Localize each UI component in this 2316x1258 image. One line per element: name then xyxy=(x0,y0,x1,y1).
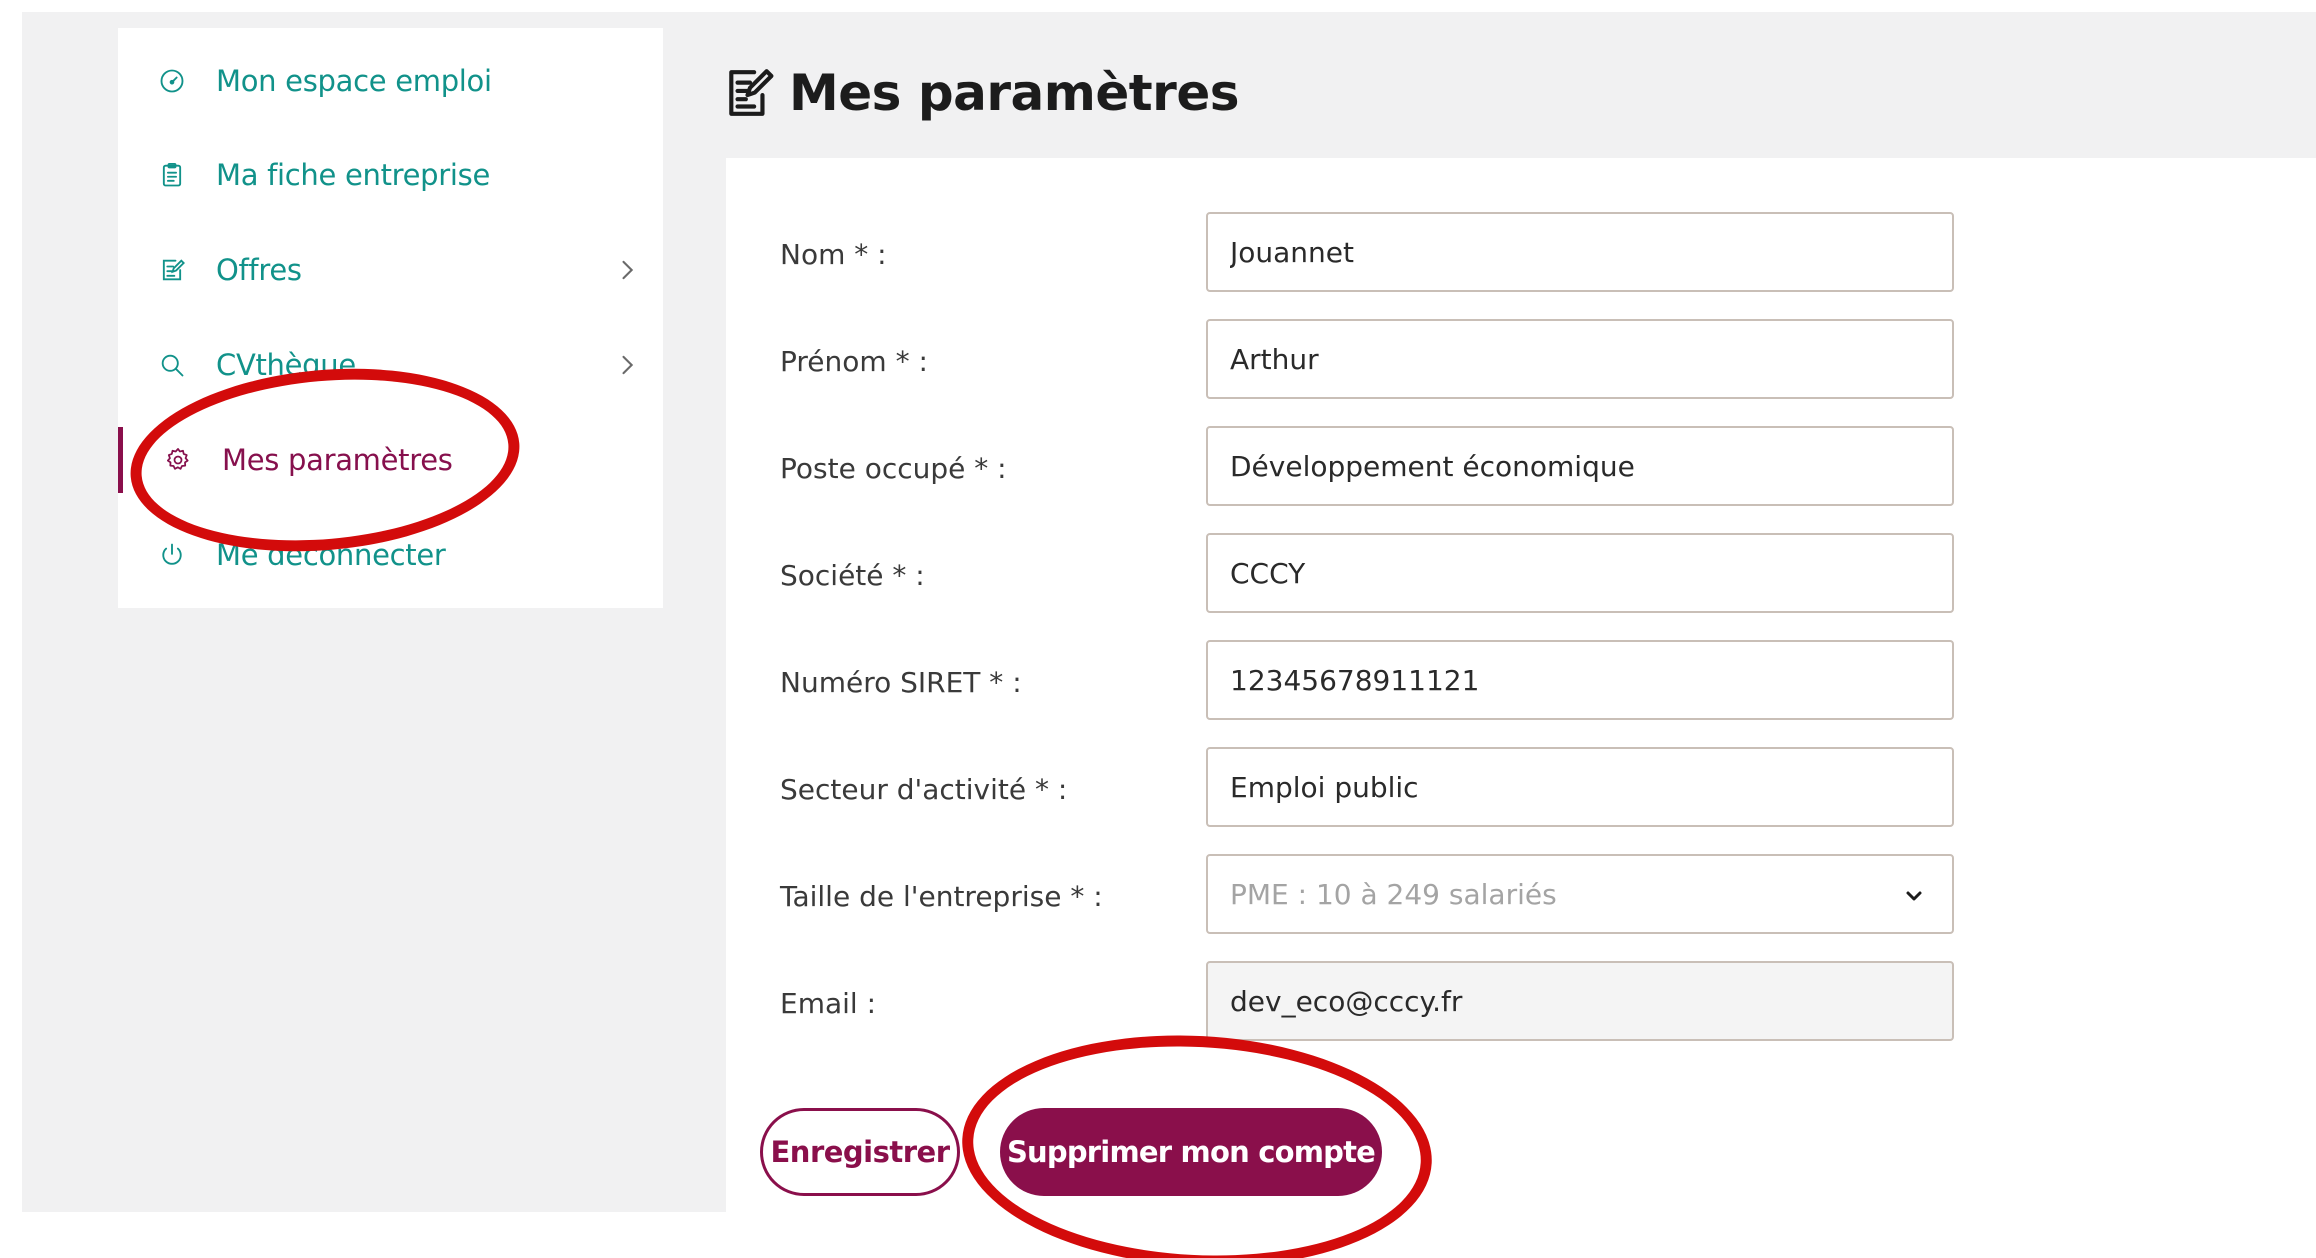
taille-select[interactable]: PME : 10 à 249 salariés xyxy=(1206,854,1954,934)
form-row-siret: Numéro SIRET * : xyxy=(726,640,2316,720)
prenom-label: Prénom * : xyxy=(780,345,928,378)
taille-label: Taille de l'entreprise * : xyxy=(780,880,1103,913)
email-input[interactable] xyxy=(1206,961,1954,1041)
sidebar-item-me-deconnecter[interactable]: Me déconnecter xyxy=(118,520,663,590)
form-row-nom: Nom * : xyxy=(726,212,2316,292)
search-icon xyxy=(156,349,188,381)
sidebar-item-label: Ma fiche entreprise xyxy=(216,158,491,192)
form-row-taille: Taille de l'entreprise * : PME : 10 à 24… xyxy=(726,854,2316,934)
sidebar-item-label: Mes paramètres xyxy=(222,443,453,477)
sidebar-item-label: Mon espace emploi xyxy=(216,64,492,98)
gear-icon xyxy=(162,444,194,476)
settings-form: Nom * : Prénom * : Poste occupé * : Soci… xyxy=(726,158,2316,1258)
prenom-input[interactable] xyxy=(1206,319,1954,399)
dashboard-gauge-icon xyxy=(156,65,188,97)
page-title: Mes paramètres xyxy=(789,64,1240,122)
societe-label: Société * : xyxy=(780,559,925,592)
form-row-societe: Société * : xyxy=(726,533,2316,613)
siret-label: Numéro SIRET * : xyxy=(780,666,1022,699)
chevron-down-icon xyxy=(1906,891,1922,901)
edit-document-icon xyxy=(156,254,188,286)
chevron-right-icon[interactable] xyxy=(613,351,641,379)
sidebar-item-cvtheque[interactable]: CVthèque xyxy=(118,330,663,400)
secteur-input[interactable] xyxy=(1206,747,1954,827)
nom-label: Nom * : xyxy=(780,238,887,271)
sidebar: Mon espace emploi Ma fiche entreprise Of… xyxy=(118,28,663,608)
secteur-label: Secteur d'activité * : xyxy=(780,773,1068,806)
sidebar-item-label: CVthèque xyxy=(216,348,356,382)
clipboard-icon xyxy=(156,159,188,191)
edit-document-icon xyxy=(729,69,774,116)
email-label: Email : xyxy=(780,987,877,1020)
sidebar-item-mon-espace-emploi[interactable]: Mon espace emploi xyxy=(118,46,663,116)
poste-input[interactable] xyxy=(1206,426,1954,506)
chevron-right-icon[interactable] xyxy=(613,256,641,284)
delete-account-button[interactable]: Supprimer mon compte xyxy=(1000,1108,1382,1196)
sidebar-item-ma-fiche-entreprise[interactable]: Ma fiche entreprise xyxy=(118,140,663,210)
form-row-poste: Poste occupé * : xyxy=(726,426,2316,506)
sidebar-item-label: Offres xyxy=(216,253,302,287)
form-row-secteur: Secteur d'activité * : xyxy=(726,747,2316,827)
nom-input[interactable] xyxy=(1206,212,1954,292)
poste-label: Poste occupé * : xyxy=(780,452,1007,485)
save-button[interactable]: Enregistrer xyxy=(760,1108,960,1196)
societe-input[interactable] xyxy=(1206,533,1954,613)
power-icon xyxy=(156,539,188,571)
sidebar-item-label: Me déconnecter xyxy=(216,538,446,572)
sidebar-item-offres[interactable]: Offres xyxy=(118,235,663,305)
form-row-prenom: Prénom * : xyxy=(726,319,2316,399)
sidebar-item-mes-parametres[interactable]: Mes paramètres xyxy=(118,425,663,495)
taille-selected-value: PME : 10 à 249 salariés xyxy=(1230,877,1557,911)
form-row-email: Email : xyxy=(726,961,2316,1041)
siret-input[interactable] xyxy=(1206,640,1954,720)
page-header: Mes paramètres xyxy=(725,60,1240,126)
